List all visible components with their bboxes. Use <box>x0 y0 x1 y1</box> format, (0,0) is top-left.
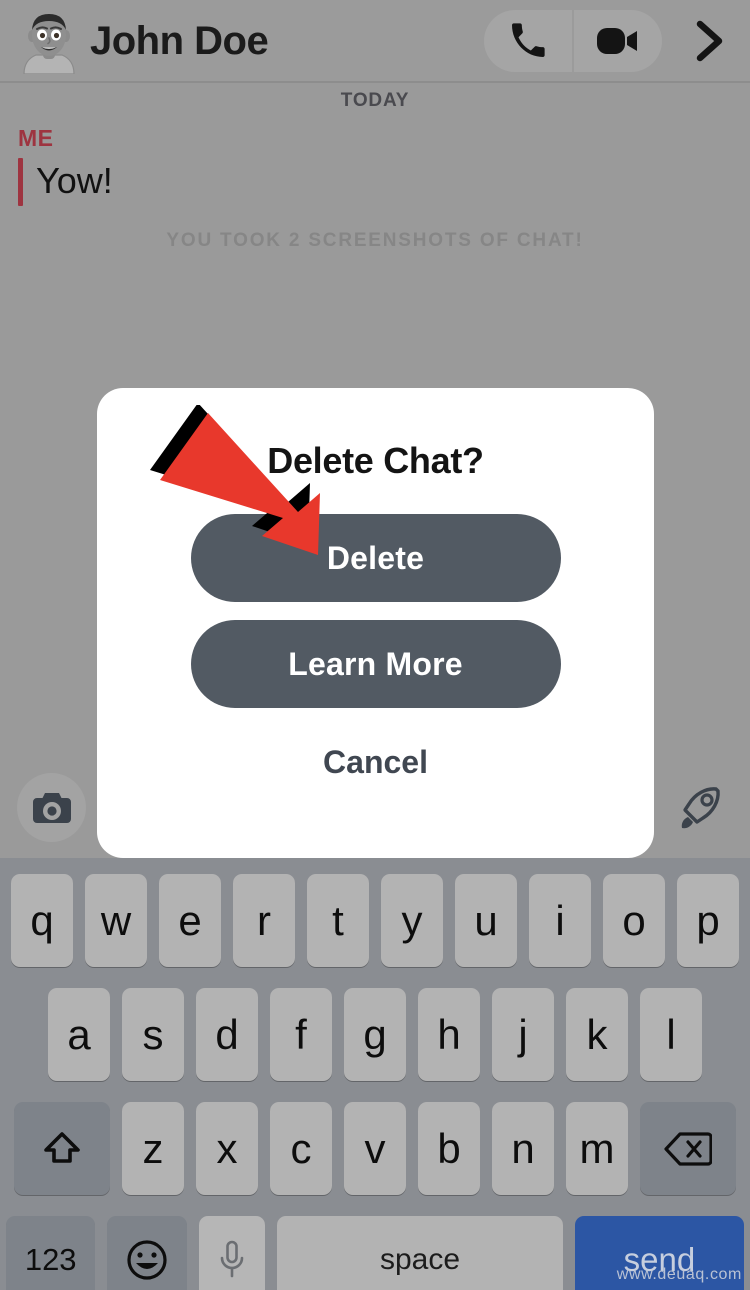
key-c[interactable]: c <box>270 1102 332 1195</box>
chat-message[interactable]: Yow! <box>18 158 750 206</box>
keyboard-row-1: q w e r t y u i o p <box>0 874 750 967</box>
phone-icon <box>512 22 545 57</box>
chat-header: John Doe <box>0 0 750 83</box>
dialog-title: Delete Chat? <box>267 440 484 481</box>
voice-call-button[interactable] <box>484 10 572 72</box>
key-b[interactable]: b <box>418 1102 480 1195</box>
shift-up-arrow-icon <box>44 1131 80 1163</box>
screenshot-notice: YOU TOOK 2 SCREENSHOTS OF CHAT! <box>166 230 584 251</box>
key-r[interactable]: r <box>233 874 295 967</box>
message-text: Yow! <box>36 160 113 201</box>
video-call-button[interactable] <box>574 10 662 72</box>
key-y[interactable]: y <box>381 874 443 967</box>
key-t[interactable]: t <box>307 874 369 967</box>
microphone-icon <box>220 1240 244 1278</box>
key-u[interactable]: u <box>455 874 517 967</box>
cancel-button[interactable]: Cancel <box>97 744 654 781</box>
backspace-delete-icon <box>664 1131 712 1166</box>
microphone-key[interactable] <box>199 1216 266 1290</box>
key-m[interactable]: m <box>566 1102 628 1195</box>
camera-button[interactable] <box>17 773 86 842</box>
learn-more-button[interactable]: Learn More <box>190 620 561 708</box>
delete-button[interactable]: Delete <box>190 514 561 602</box>
key-l[interactable]: l <box>640 988 702 1081</box>
bitmoji-avatar-icon <box>23 13 75 75</box>
delete-chat-dialog: Delete Chat? Delete Learn More Cancel <box>97 388 654 858</box>
space-key[interactable]: space <box>277 1216 563 1290</box>
key-p[interactable]: p <box>677 874 739 967</box>
numbers-key[interactable]: 123 <box>6 1216 96 1290</box>
camera-icon <box>32 792 71 823</box>
message-sender-label: ME <box>18 125 54 151</box>
key-d[interactable]: d <box>196 988 258 1081</box>
backspace-key[interactable] <box>640 1102 736 1195</box>
page-title: John Doe <box>90 18 269 63</box>
forward-chevron-button[interactable] <box>676 10 742 72</box>
rocket-icon <box>681 787 720 829</box>
key-a[interactable]: a <box>48 988 110 1081</box>
shift-key[interactable] <box>14 1102 110 1195</box>
chevron-right-icon <box>696 20 723 61</box>
key-j[interactable]: j <box>492 988 554 1081</box>
day-separator: TODAY <box>340 90 410 111</box>
rocket-button[interactable] <box>666 775 732 841</box>
keyboard-row-3: z x c v b n m <box>0 1102 750 1195</box>
snapchat-chat-screen: John Doe TODAY ME Yow! YOU TOOK 2 SCREEN… <box>0 0 750 1290</box>
site-watermark: www.deuaq.com <box>616 1266 742 1283</box>
call-actions-pill <box>484 9 662 72</box>
key-w[interactable]: w <box>85 874 147 967</box>
message-accent-bar <box>18 158 23 206</box>
key-o[interactable]: o <box>603 874 665 967</box>
on-screen-keyboard: q w e r t y u i o p a s d f g h j k l z … <box>0 858 750 1290</box>
smiley-face-icon <box>127 1240 167 1280</box>
key-h[interactable]: h <box>418 988 480 1081</box>
key-g[interactable]: g <box>344 988 406 1081</box>
key-k[interactable]: k <box>566 988 628 1081</box>
key-q[interactable]: q <box>11 874 73 967</box>
avatar[interactable] <box>16 8 82 75</box>
key-i[interactable]: i <box>529 874 591 967</box>
key-n[interactable]: n <box>492 1102 554 1195</box>
key-z[interactable]: z <box>122 1102 184 1195</box>
key-x[interactable]: x <box>196 1102 258 1195</box>
key-f[interactable]: f <box>270 988 332 1081</box>
keyboard-row-2: a s d f g h j k l <box>0 988 750 1081</box>
emoji-key[interactable] <box>107 1216 188 1290</box>
key-v[interactable]: v <box>344 1102 406 1195</box>
key-e[interactable]: e <box>159 874 221 967</box>
video-camera-icon <box>597 27 637 54</box>
key-s[interactable]: s <box>122 988 184 1081</box>
